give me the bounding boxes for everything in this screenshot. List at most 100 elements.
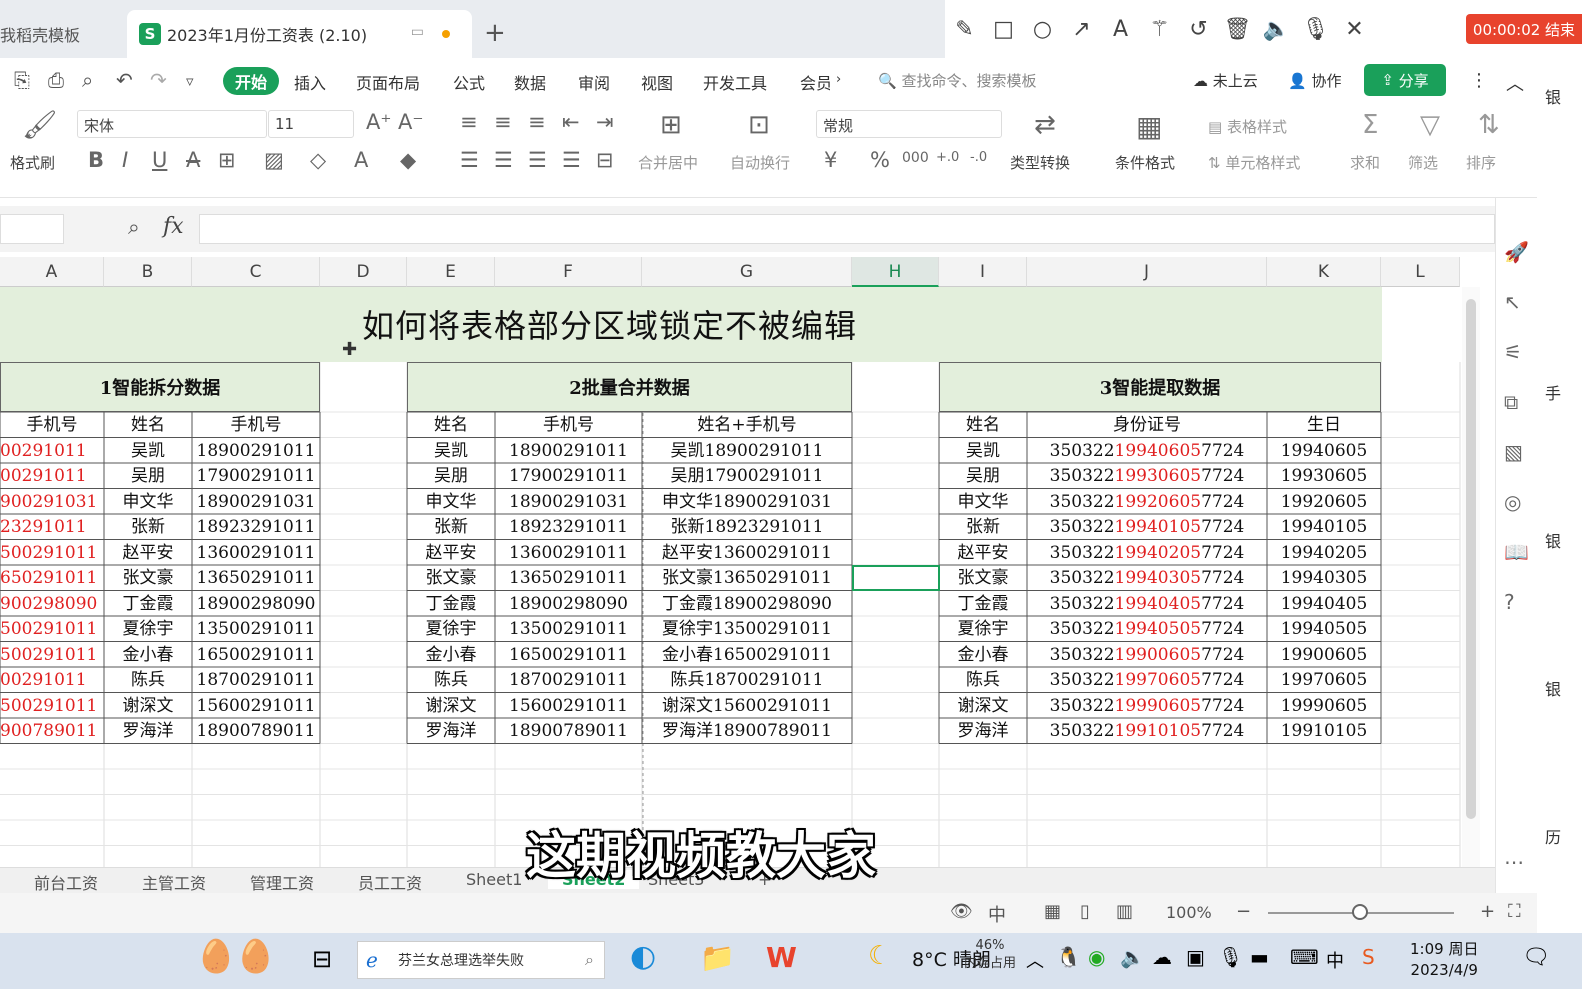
strikethrough-icon[interactable]: A (186, 148, 200, 172)
align-top-icon[interactable]: ≡ (460, 110, 478, 134)
filter-button[interactable]: 筛选 (1408, 152, 1438, 173)
screen-icon[interactable]: ▣ (1186, 945, 1205, 969)
table-cell[interactable]: 吴凯 (939, 438, 1027, 464)
merge-center-button[interactable]: 合并居中 (638, 152, 698, 173)
align-bottom-icon[interactable]: ≡ (528, 110, 546, 134)
column-header-d[interactable]: D (320, 257, 407, 287)
border-icon[interactable]: ⊞ (218, 148, 236, 172)
print-preview-icon[interactable]: ⌕ (82, 68, 93, 92)
sheet-tab-主管工资[interactable]: 主管工资 (142, 870, 206, 894)
merge-center-icon[interactable]: ⊞ (660, 110, 682, 140)
zoom-level[interactable]: 100% (1166, 903, 1212, 922)
name-box[interactable] (0, 214, 64, 244)
table-cell[interactable]: 19940205 (1267, 540, 1381, 566)
conditional-format-button[interactable]: 条件格式 (1115, 152, 1175, 173)
type-convert-button[interactable]: 类型转换 (1010, 152, 1070, 173)
speaker-icon[interactable]: 🔈 (1257, 17, 1296, 42)
magic-wand-icon[interactable]: ⚚ (1140, 17, 1179, 42)
align-center-icon[interactable]: ☰ (494, 148, 513, 172)
font-size-select[interactable]: 11 (268, 110, 354, 138)
pencil-icon[interactable]: ✎ (945, 17, 984, 42)
sheet-grid[interactable]: 如何将表格部分区域锁定不被编辑 ✚ 1智能拆分数据 手机号 姓名 手机号 0029101… (0, 287, 1472, 867)
book-icon[interactable]: 📖 (1504, 540, 1529, 564)
wechat-icon[interactable]: ◉ (1088, 945, 1105, 969)
tray-chevron-icon[interactable]: ︿ (1026, 947, 1044, 973)
vertical-scrollbar[interactable] (1462, 287, 1480, 867)
auto-wrap-icon[interactable]: ⊡ (748, 110, 770, 140)
cloud-status[interactable]: ☁ 未上云 (1193, 70, 1258, 91)
table-cell[interactable]: 张新 (939, 514, 1027, 540)
formula-input[interactable] (199, 214, 1495, 244)
decrease-decimal-icon[interactable]: -.0 (970, 150, 987, 165)
arrow-icon[interactable]: ↗ (1062, 17, 1101, 42)
command-search[interactable]: 🔍 查找命令、搜索模板 (878, 70, 1036, 91)
taskbar-search[interactable]: ℯ 芬兰女总理选举失败 ⌕ (357, 941, 605, 979)
more-icon[interactable]: ⋮ (1470, 70, 1488, 91)
table-cell[interactable]: 19940605 (1267, 438, 1381, 464)
circle-icon[interactable]: ○ (1023, 17, 1062, 42)
battery-icon[interactable]: ▬ (1250, 945, 1269, 969)
table-cell[interactable]: 19920605 (1267, 489, 1381, 515)
table-cell[interactable]: 19970605 (1267, 667, 1381, 693)
align-left-icon[interactable]: ☰ (460, 148, 479, 172)
underline-icon[interactable]: U (152, 148, 167, 172)
chevron-right-icon[interactable]: › (836, 72, 841, 87)
id-number-cell[interactable]: 350322199404057724 (1027, 591, 1267, 617)
table-cell[interactable]: 19900605 (1267, 642, 1381, 668)
sheet-tab-员工工资[interactable]: 员工工资 (358, 870, 422, 894)
column-header-j[interactable]: J (1027, 257, 1267, 287)
id-number-cell[interactable]: 350322199405057724 (1027, 616, 1267, 642)
id-number-cell[interactable]: 350322199706057724 (1027, 667, 1267, 693)
id-number-cell[interactable]: 350322199006057724 (1027, 642, 1267, 668)
more-dots-icon[interactable]: ⋯ (1504, 850, 1524, 874)
zoom-out-icon[interactable]: − (1236, 901, 1251, 922)
sort-icon[interactable]: ⇅ (1478, 110, 1500, 140)
zoom-slider-knob[interactable] (1352, 904, 1368, 920)
sheet-tab-前台工资[interactable]: 前台工资 (34, 870, 98, 894)
format-painter-icon[interactable]: 🖌 (22, 108, 58, 141)
number-format-select[interactable]: 常规 (816, 110, 1002, 138)
table-cell[interactable]: 19940405 (1267, 591, 1381, 617)
table-column-header[interactable]: 生日 (1267, 412, 1381, 438)
mic-icon[interactable]: 🎙 (1218, 945, 1243, 969)
column-header-a[interactable]: A (0, 257, 104, 287)
rocket-icon[interactable]: 🚀 (1504, 240, 1529, 264)
id-number-cell[interactable]: 350322199101057724 (1027, 718, 1267, 744)
table-cell[interactable]: 19990605 (1267, 693, 1381, 719)
new-tab-button[interactable]: + (484, 18, 506, 48)
microphone-icon[interactable]: 🎙 (1296, 17, 1335, 42)
table-cell[interactable]: 19930605 (1267, 463, 1381, 489)
column-header-i[interactable]: I (939, 257, 1027, 287)
align-right-icon[interactable]: ☰ (528, 148, 547, 172)
increase-font-icon[interactable]: A⁺ (366, 110, 391, 134)
id-number-cell[interactable]: 350322199401057724 (1027, 514, 1267, 540)
menu-member[interactable]: 会员 (800, 70, 830, 94)
bold-icon[interactable]: B (88, 148, 104, 172)
cell-style-button[interactable]: ⇅ 单元格样式 (1208, 152, 1300, 173)
menu-formula[interactable]: 公式 (453, 70, 485, 94)
ime-indicator[interactable]: 中 (1326, 947, 1344, 973)
sogou-icon[interactable]: S (1362, 945, 1375, 969)
table-cell[interactable]: 夏徐宇 (939, 616, 1027, 642)
fullscreen-icon[interactable]: ⛶ (1508, 901, 1521, 922)
settings-sliders-icon[interactable]: ⚟ (1504, 340, 1522, 364)
eye-icon[interactable]: 👁 (950, 901, 973, 922)
table-cell[interactable]: 19910105 (1267, 718, 1381, 744)
pointer-icon[interactable]: ↖ (1504, 290, 1521, 314)
id-number-cell[interactable]: 350322199906057724 (1027, 693, 1267, 719)
wps-icon[interactable]: W (766, 941, 797, 974)
taskbar-clock[interactable]: 1:09 周日 2023/4/9 (1410, 939, 1478, 981)
distribute-icon[interactable]: ⊟ (596, 148, 614, 172)
column-header-l[interactable]: L (1381, 257, 1460, 287)
folder-icon[interactable]: 📁 (700, 941, 735, 974)
sheet-tab-管理工资[interactable]: 管理工资 (250, 870, 314, 894)
close-icon[interactable]: ✕ (1335, 17, 1374, 42)
menu-insert[interactable]: 插入 (294, 70, 326, 94)
share-button[interactable]: ⇪ 分享 (1364, 64, 1446, 96)
fill-color-icon[interactable]: ◇ (310, 148, 326, 172)
collapse-ribbon-icon[interactable]: ︿ (1506, 70, 1524, 96)
fx-label[interactable]: fx (163, 214, 184, 239)
undo-icon[interactable]: ↶ (116, 68, 133, 92)
id-number-cell[interactable]: 350322199406057724 (1027, 438, 1267, 464)
indent-decrease-icon[interactable]: ⇤ (562, 110, 580, 134)
